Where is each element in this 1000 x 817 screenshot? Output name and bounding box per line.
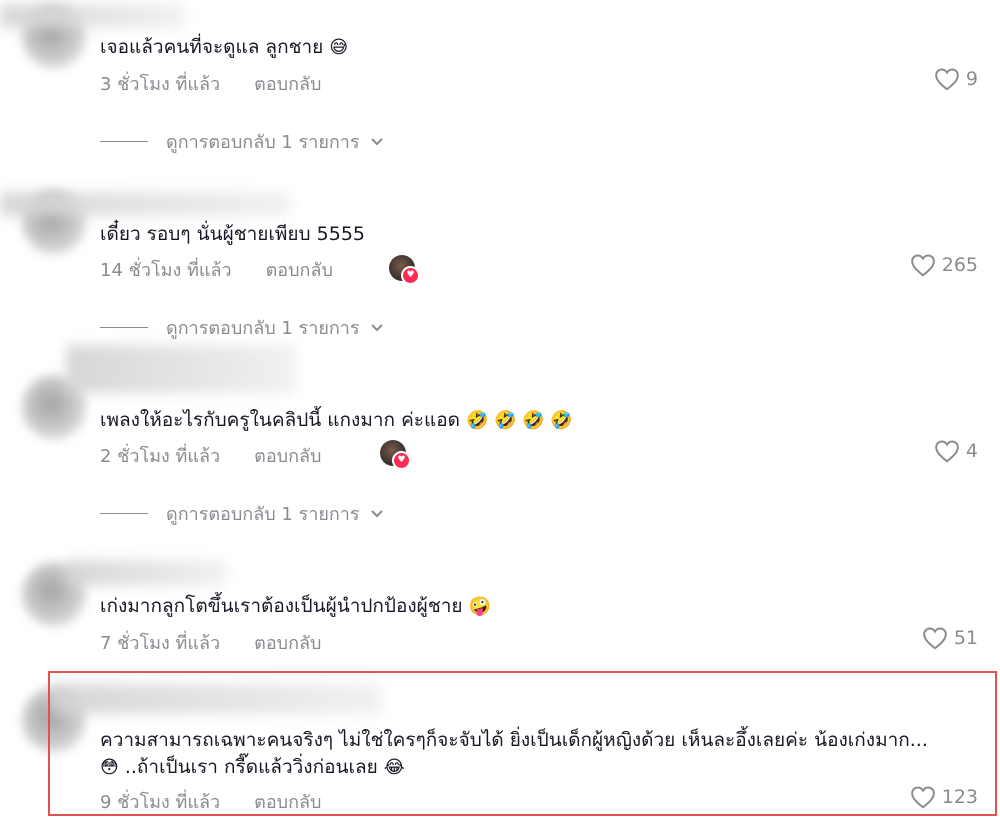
comment-time: 2 ชั่วโมง ที่แล้ว xyxy=(100,446,221,467)
like-count: 9 xyxy=(965,68,978,90)
chevron-down-icon xyxy=(370,509,383,517)
comment-meta: 2 ชั่วโมง ที่แล้ว ตอบกลับ xyxy=(100,441,321,470)
username-blurred[interactable] xyxy=(0,4,185,28)
like-button[interactable]: 51 xyxy=(922,626,978,650)
comment-meta: 14 ชั่วโมง ที่แล้ว ตอบกลับ xyxy=(100,255,333,284)
like-button[interactable]: 9 xyxy=(934,67,978,91)
heart-outline-icon xyxy=(923,627,947,650)
comment-text: เจอแล้วคนที่จะดูแล ลูกชาย 😅 xyxy=(100,36,349,58)
divider-line xyxy=(100,141,148,142)
comment-text: เพลงให้อะไรกับครูในคลิปนี้ แกงมาก ค่ะแอด… xyxy=(100,409,573,431)
heart-outline-icon xyxy=(935,440,959,463)
view-replies-label: ดูการตอบกลับ 1 รายการ xyxy=(166,318,360,339)
reply-button[interactable]: ตอบกลับ xyxy=(254,446,321,467)
username-blurred[interactable] xyxy=(66,345,296,393)
heart-outline-icon xyxy=(935,68,959,91)
like-count: 4 xyxy=(965,440,978,462)
reply-button[interactable]: ตอบกลับ xyxy=(266,260,333,281)
comment-meta: 7 ชั่วโมง ที่แล้ว ตอบกลับ xyxy=(100,628,321,657)
creator-liked-avatar: ♥ xyxy=(389,255,420,285)
heart-icon: ♥ xyxy=(401,266,420,285)
highlight-box xyxy=(48,671,997,816)
username-blurred[interactable] xyxy=(0,192,290,216)
view-replies-button[interactable]: ดูการตอบกลับ 1 รายการ xyxy=(100,313,384,342)
chevron-down-icon xyxy=(370,323,383,331)
reply-button[interactable]: ตอบกลับ xyxy=(254,633,321,654)
comment-text: เดี๋ยว รอบๆ นั่นผู้ชายเพียบ 5555 xyxy=(100,223,366,245)
divider-line xyxy=(100,327,148,328)
comment-meta: 3 ชั่วโมง ที่แล้ว ตอบกลับ xyxy=(100,69,321,98)
view-replies-button[interactable]: ดูการตอบกลับ 1 รายการ xyxy=(100,499,384,528)
comment-time: 14 ชั่วโมง ที่แล้ว xyxy=(100,260,232,281)
view-replies-label: ดูการตอบกลับ 1 รายการ xyxy=(166,132,360,153)
divider-line xyxy=(100,513,148,514)
view-replies-button[interactable]: ดูการตอบกลับ 1 รายการ xyxy=(100,127,384,156)
view-replies-label: ดูการตอบกลับ 1 รายการ xyxy=(166,504,360,525)
comment-text: เก่งมากลูกโตขึ้นเราต้องเป็นผู้นำปกป้องผู… xyxy=(100,595,491,617)
like-button[interactable]: 265 xyxy=(910,253,978,277)
like-count: 51 xyxy=(953,627,978,649)
emoji: 😅 xyxy=(329,37,349,58)
like-count: 265 xyxy=(941,254,978,276)
heart-outline-icon xyxy=(910,254,935,277)
like-button[interactable]: 4 xyxy=(934,439,978,463)
comment-time: 3 ชั่วโมง ที่แล้ว xyxy=(100,74,221,95)
emoji: 🤪 xyxy=(468,596,491,617)
creator-liked-avatar: ♥ xyxy=(380,440,411,470)
reply-button[interactable]: ตอบกลับ xyxy=(254,74,321,95)
username-blurred[interactable] xyxy=(66,560,226,586)
comment-time: 7 ชั่วโมง ที่แล้ว xyxy=(100,633,221,654)
emoji: 🤣 🤣 🤣 🤣 xyxy=(466,410,573,431)
heart-icon: ♥ xyxy=(392,451,411,470)
chevron-down-icon xyxy=(370,137,383,145)
